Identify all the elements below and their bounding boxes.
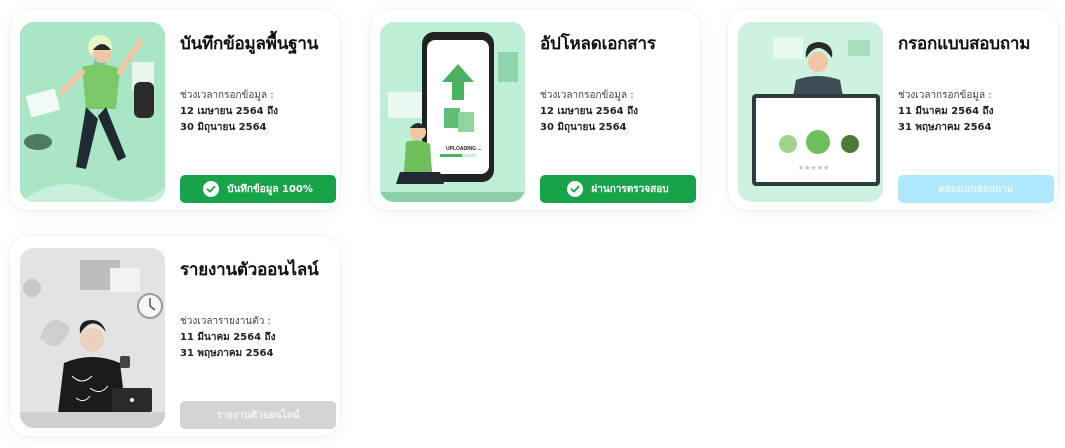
card-online-report: รายงานตัวออนไลน์ ช่วงเวลารายงานตัว : 11 … bbox=[10, 236, 340, 436]
card-title: อัปโหลดเอกสาร bbox=[540, 34, 656, 54]
card-title: กรอกแบบสอบถาม bbox=[898, 34, 1031, 54]
survey-illustration: ★★★★★ bbox=[738, 22, 883, 202]
period-end: 31 พฤษภาคม 2564 bbox=[898, 122, 992, 133]
period-start: 12 เมษายน 2564 ถึง bbox=[540, 106, 639, 117]
record-data-button[interactable]: บันทึกข้อมูล 100% bbox=[180, 175, 336, 203]
card-title: รายงานตัวออนไลน์ bbox=[180, 260, 319, 280]
period-end: 30 มิถุนายน 2564 bbox=[540, 122, 627, 133]
card-period: ช่วงเวลากรอกข้อมูล : 12 เมษายน 2564 ถึง … bbox=[180, 88, 278, 136]
button-label: ตอบแบบสอบถาม bbox=[938, 183, 1014, 195]
period-label: ช่วงเวลากรอกข้อมูล : bbox=[180, 90, 274, 101]
card-title: บันทึกข้อมูลพื้นฐาน bbox=[180, 34, 319, 54]
card-questionnaire: ★★★★★ กรอกแบบสอบถาม ช่วงเวลากรอกข้อมูล :… bbox=[728, 10, 1058, 210]
svg-text:★★★★★: ★★★★★ bbox=[798, 164, 829, 172]
card-period: ช่วงเวลากรอกข้อมูล : 11 มีนาคม 2564 ถึง … bbox=[898, 88, 993, 136]
period-end: 31 พฤษภาคม 2564 bbox=[180, 348, 274, 359]
online-report-button[interactable]: รายงานตัวออนไลน์ bbox=[180, 401, 336, 429]
uploading-text: UPLOADING ... bbox=[446, 146, 482, 152]
upload-illustration: UPLOADING ... bbox=[380, 22, 525, 202]
check-circle-icon bbox=[203, 181, 220, 197]
period-label: ช่วงเวลากรอกข้อมูล : bbox=[540, 90, 634, 101]
period-start: 11 มีนาคม 2564 ถึง bbox=[180, 332, 276, 343]
period-end: 30 มิถุนายน 2564 bbox=[180, 122, 267, 133]
card-period: ช่วงเวลารายงานตัว : 11 มีนาคม 2564 ถึง 3… bbox=[180, 314, 275, 362]
report-illustration bbox=[20, 248, 165, 428]
button-label: ผ่านการตรวจสอบ bbox=[591, 183, 669, 195]
card-basic-info: บันทึกข้อมูลพื้นฐาน ช่วงเวลากรอกข้อมูล :… bbox=[10, 10, 340, 210]
period-start: 12 เมษายน 2564 ถึง bbox=[180, 106, 279, 117]
button-label: รายงานตัวออนไลน์ bbox=[216, 409, 300, 421]
card-upload-documents: UPLOADING ... อัปโหลดเอกสาร ช่วงเวลากรอก… bbox=[370, 10, 700, 210]
period-label: ช่วงเวลารายงานตัว : bbox=[180, 316, 271, 327]
answer-questionnaire-button[interactable]: ตอบแบบสอบถาม bbox=[898, 175, 1054, 203]
period-label: ช่วงเวลากรอกข้อมูล : bbox=[898, 90, 992, 101]
check-circle-icon bbox=[567, 181, 584, 197]
student-illustration bbox=[20, 22, 165, 202]
button-label: บันทึกข้อมูล 100% bbox=[227, 183, 313, 195]
period-start: 11 มีนาคม 2564 ถึง bbox=[898, 106, 994, 117]
verified-button[interactable]: ผ่านการตรวจสอบ bbox=[540, 175, 696, 203]
card-period: ช่วงเวลากรอกข้อมูล : 12 เมษายน 2564 ถึง … bbox=[540, 88, 638, 136]
